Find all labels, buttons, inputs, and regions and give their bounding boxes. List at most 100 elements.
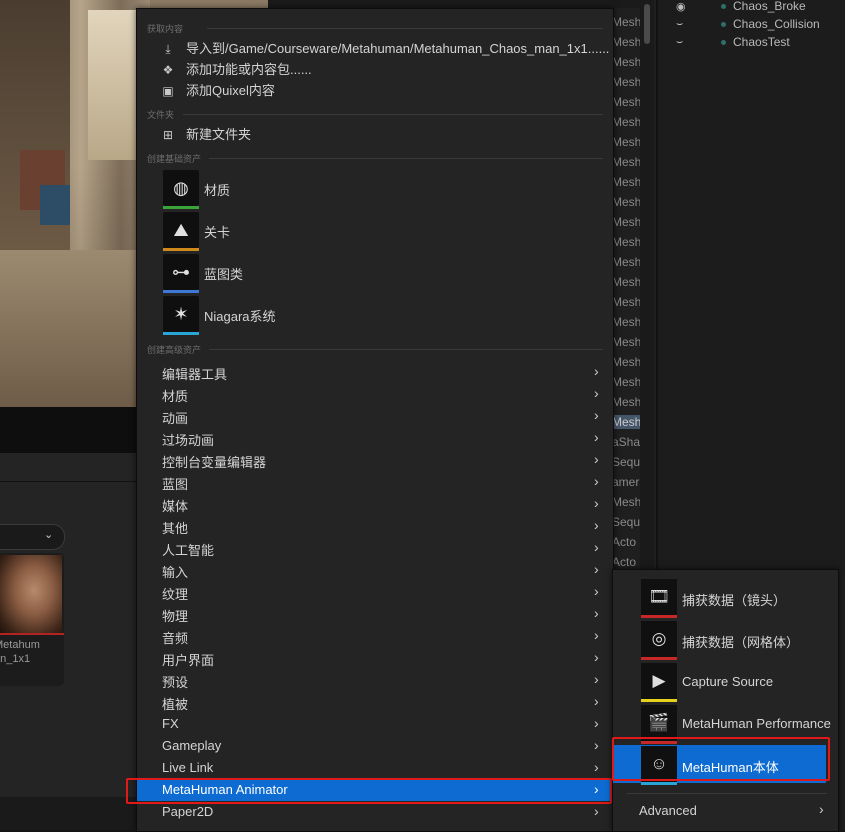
submenu-capture-data-mesh[interactable]: ◎ 捕获数据（网格体） [641,621,837,661]
asset-list-label[interactable]: Mesh [612,155,640,169]
category-item[interactable]: 预设 › [137,669,613,691]
category-item[interactable]: 人工智能 › [137,537,613,559]
chevron-right-icon: › [594,693,599,709]
asset-list-label[interactable]: Mesh [612,495,640,509]
chevron-right-icon: › [594,605,599,621]
asset-name-line: an_1x1 [0,653,31,665]
chevron-right-icon: › [594,627,599,643]
category-item[interactable]: 输入 › [137,559,613,581]
basic-asset-blueprint-class[interactable]: ⊶ 蓝图类 [163,254,603,294]
category-item[interactable]: 其他 › [137,515,613,537]
eye-closed-icon[interactable]: ⌣ [676,36,683,49]
category-item[interactable]: 动画 › [137,405,613,427]
asset-list-label[interactable]: Mesh [612,375,640,389]
category-item[interactable]: FX › [137,713,613,735]
basic-asset-label: 关卡 [204,225,231,240]
submenu-item-label: MetaHuman Performance [682,716,831,731]
chevron-right-icon: › [594,495,599,511]
chevron-right-icon: › [594,451,599,467]
chevron-right-icon: › [594,715,599,731]
level-icon: ⛰ [173,220,189,240]
asset-thumbnail-card[interactable]: Metahum an_1x1 t [0,553,64,686]
chevron-right-icon: › [594,429,599,445]
basic-asset-label: Niagara系统 [204,309,276,324]
asset-list-label[interactable]: Mesh [612,355,640,369]
asset-list-label[interactable]: Mesh [612,95,640,109]
outliner-row[interactable]: ⌣ ChaosTest [658,34,845,52]
world-outliner: ◉ Chaos_Broke ⌣ Chaos_Collision ⌣ ChaosT… [656,0,845,570]
category-item[interactable]: Live Link › [137,757,613,779]
section-divider [183,114,603,115]
metahuman-thumbnail [0,555,62,633]
asset-list-label[interactable]: Mesh [612,235,640,249]
asset-list-label[interactable]: Mesh [612,255,640,269]
category-item[interactable]: 物理 › [137,603,613,625]
category-label: 其他 [162,521,189,536]
scrollbar-thumb[interactable] [644,4,650,44]
asset-list-label[interactable]: Sequ [612,455,640,469]
asset-list-label[interactable]: Mesh [612,215,640,229]
outliner-row[interactable]: ⌣ Chaos_Collision [658,16,845,34]
quixel-icon: ▣ [162,84,174,98]
asset-list-label[interactable]: Mesh [612,75,640,89]
section-header-get-content: 获取内容 [147,24,184,34]
category-label: 控制台变量编辑器 [162,455,267,470]
chevron-right-icon: › [594,473,599,489]
outliner-row[interactable]: ◉ Chaos_Broke [658,0,845,16]
asset-list-label[interactable]: aSha [612,435,640,449]
list-scrollbar[interactable] [640,0,654,570]
eye-closed-icon[interactable]: ⌣ [676,18,683,31]
outliner-row-label: Chaos_Collision [733,17,820,31]
submenu-advanced[interactable]: Advanced › [613,800,837,822]
basic-asset-material[interactable]: ◍ 材质 [163,170,603,210]
category-item[interactable]: 媒体 › [137,493,613,515]
submenu-divider [627,793,827,794]
asset-list-label[interactable]: Mesh [612,175,640,189]
asset-type-stripe [0,633,64,635]
filter-dropdown[interactable]: ⌄ [0,524,65,550]
niagara-system-icon: ✶ [173,304,189,324]
category-item[interactable]: 蓝图 › [137,471,613,493]
category-item[interactable]: 纹理 › [137,581,613,603]
asset-list-label[interactable]: Mesh [612,335,640,349]
category-item[interactable]: 用户界面 › [137,647,613,669]
asset-list-label[interactable]: Mesh [612,115,640,129]
metahuman-performance-icon: 🎬 [648,713,670,732]
submenu-capture-source[interactable]: ▶ Capture Source [641,663,837,703]
submenu-capture-data-footage[interactable]: 🎞 捕获数据（镜头） [641,579,837,619]
category-item[interactable]: 编辑器工具 › [137,361,613,383]
category-item[interactable]: 控制台变量编辑器 › [137,449,613,471]
category-item[interactable]: 过场动画 › [137,427,613,449]
asset-list-label[interactable]: Acto [612,555,640,569]
category-label: 编辑器工具 [162,367,228,382]
asset-list-label[interactable]: Mesh [612,295,640,309]
eye-icon[interactable]: ◉ [676,0,686,13]
category-item[interactable]: 植被 › [137,691,613,713]
category-item[interactable]: Paper2D › [137,801,613,823]
basic-asset-niagara-system[interactable]: ✶ Niagara系统 [163,296,603,336]
category-item[interactable]: 材质 › [137,383,613,405]
chevron-right-icon: › [594,407,599,423]
basic-asset-label: 蓝图类 [204,267,244,282]
asset-list-label[interactable]: Mesh [612,195,640,209]
asset-list-label[interactable]: Mesh [612,55,640,69]
folder-plus-icon: ⊞ [162,128,174,142]
chevron-right-icon: › [594,385,599,401]
chevron-right-icon: › [819,801,824,817]
category-item[interactable]: 音频 › [137,625,613,647]
asset-list-label[interactable]: Mesh [612,315,640,329]
asset-list-label[interactable]: Mesh [612,15,640,29]
asset-list-label[interactable]: Mesh [612,275,640,289]
category-label: Gameplay [162,738,222,753]
basic-asset-level[interactable]: ⛰ 关卡 [163,212,603,252]
asset-list-label[interactable]: Sequ [612,515,640,529]
highlight-box [126,778,612,804]
capture-source-icon: ▶ [652,671,666,690]
asset-list-label[interactable]: Acto [612,535,640,549]
asset-list-label[interactable]: Mesh [612,415,640,429]
category-item[interactable]: Gameplay › [137,735,613,757]
asset-list-label[interactable]: amer [612,475,640,489]
asset-list-label[interactable]: Mesh [612,135,640,149]
asset-list-label[interactable]: Mesh [612,395,640,409]
asset-list-label[interactable]: Mesh [612,35,640,49]
